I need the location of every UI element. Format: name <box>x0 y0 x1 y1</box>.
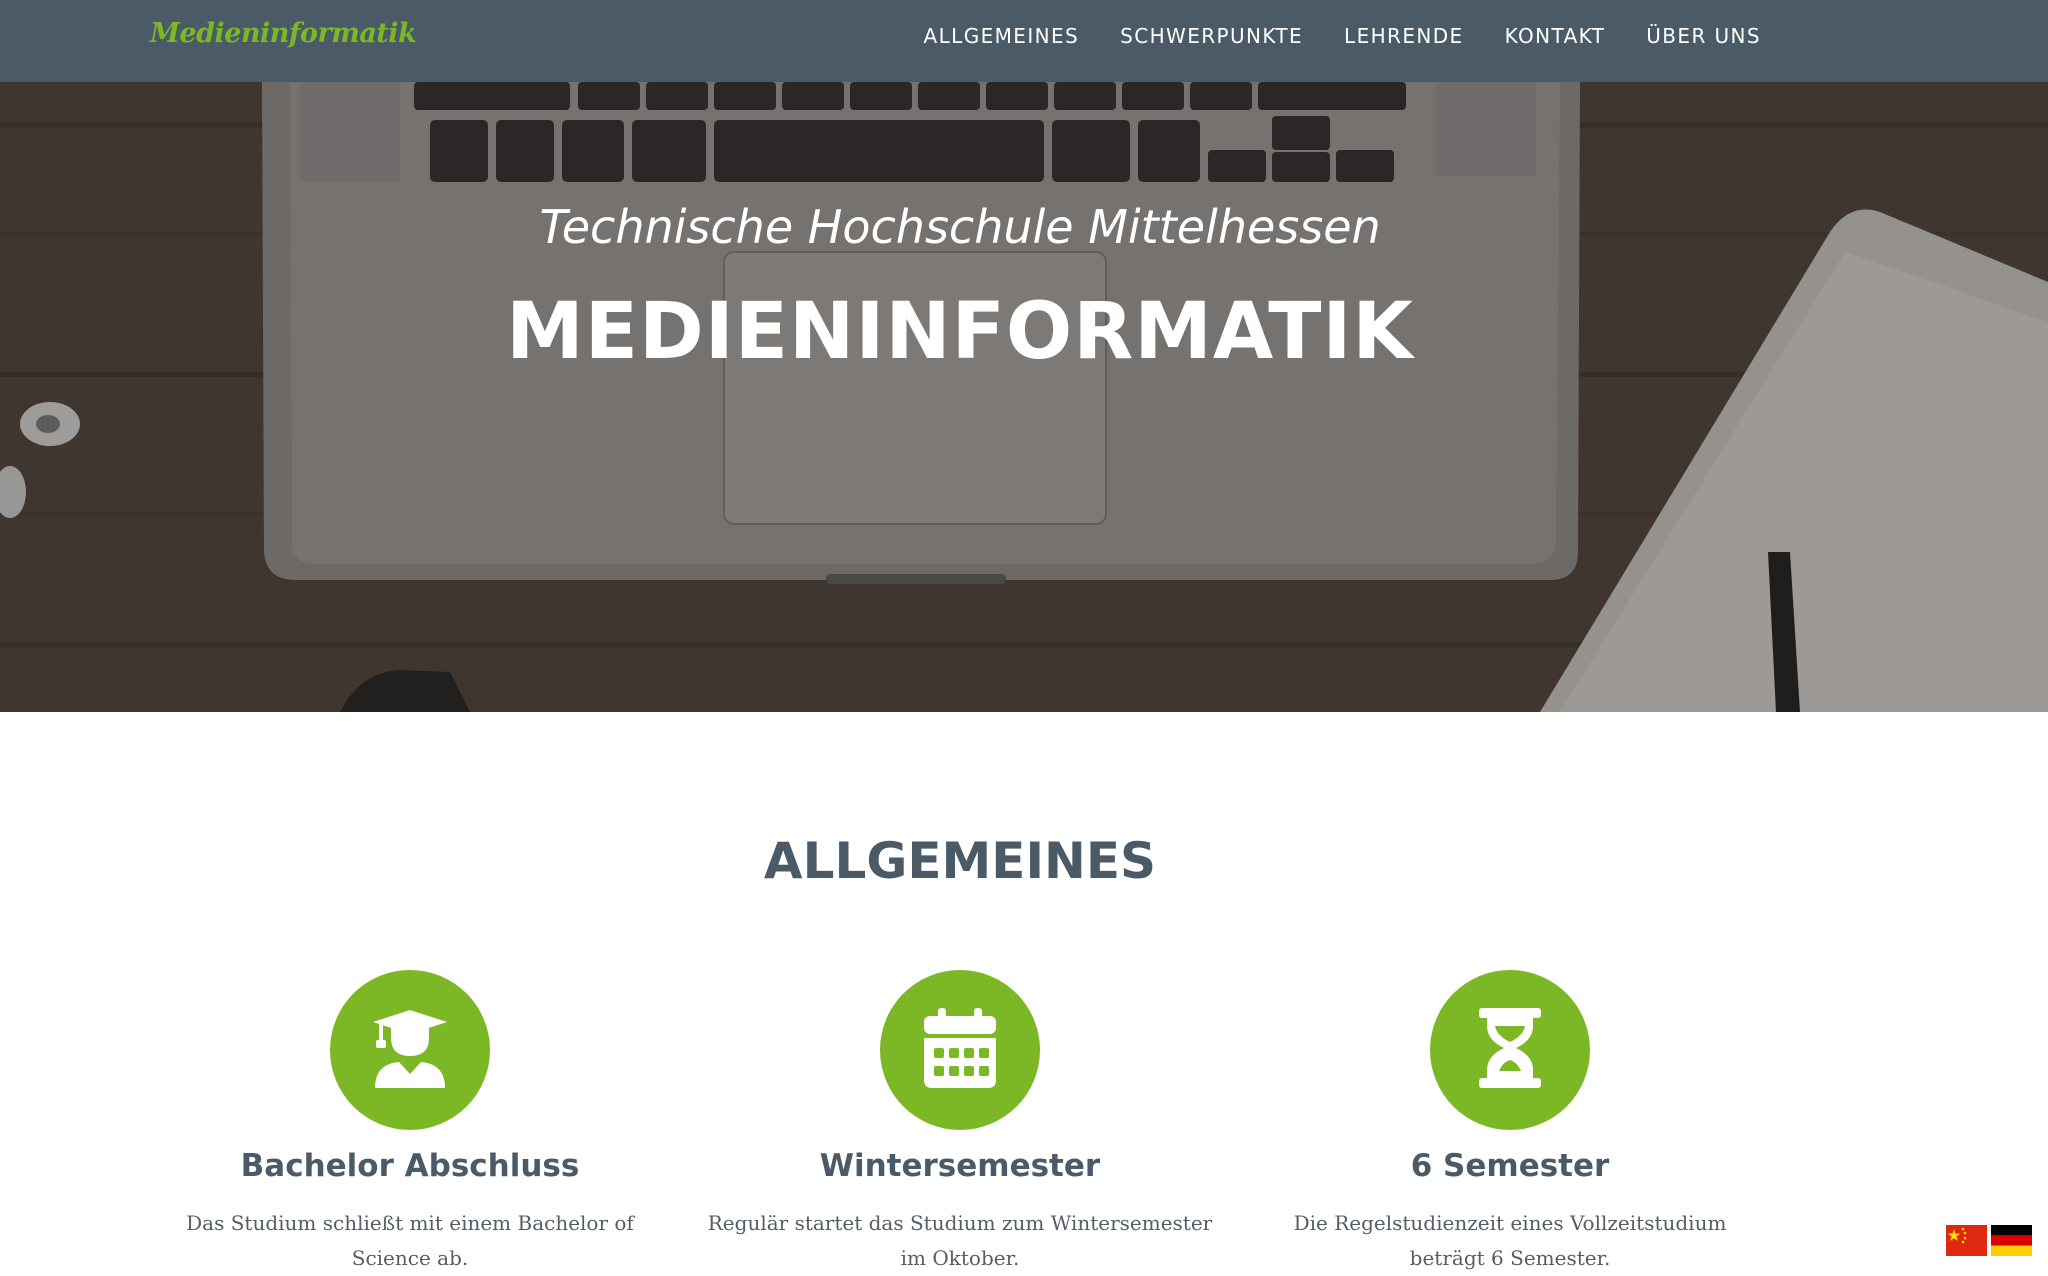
language-switcher <box>1946 1225 2032 1256</box>
section-heading-allgemeines: ALLGEMEINES <box>763 832 1157 890</box>
brand-logo[interactable]: Medieninformatik <box>150 18 417 49</box>
feature-6-semester: 6 Semester Die Regelstudienzeit eines Vo… <box>1255 970 1765 1276</box>
feature-icon-circle <box>1430 970 1590 1130</box>
hero-banner: Technische Hochschule Mittelhessen MEDIE… <box>0 82 2048 712</box>
feature-bachelor: Bachelor Abschluss Das Studium schließt … <box>155 970 665 1276</box>
feature-icon-circle <box>330 970 490 1130</box>
hourglass-icon <box>1479 1007 1541 1093</box>
nav-link-lehrende[interactable]: LEHRENDE <box>1344 24 1464 48</box>
feature-wintersemester: Wintersemester Regulär startet das Studi… <box>705 970 1215 1276</box>
hero-overlay <box>0 82 2048 712</box>
feature-icon-circle <box>880 970 1040 1130</box>
feature-title: Bachelor Abschluss <box>240 1148 580 1184</box>
nav-link-ueber-uns[interactable]: ÜBER UNS <box>1646 24 1761 48</box>
main-nav: ALLGEMEINES SCHWERPUNKTE LEHRENDE KONTAK… <box>924 0 1761 72</box>
china-flag-icon[interactable] <box>1946 1225 1987 1256</box>
nav-link-allgemeines[interactable]: ALLGEMEINES <box>924 24 1080 48</box>
nav-link-kontakt[interactable]: KONTAKT <box>1505 24 1606 48</box>
graduate-icon <box>373 1008 447 1093</box>
feature-title: Wintersemester <box>819 1148 1101 1184</box>
germany-flag-icon[interactable] <box>1991 1225 2032 1256</box>
feature-text: Regulär startet das Studium zum Winterse… <box>707 1211 1213 1270</box>
feature-text: Die Regelstudienzeit eines Vollzeitstudi… <box>1293 1211 1727 1270</box>
hero-title: MEDIENINFORMATIK <box>506 287 1414 377</box>
feature-text: Das Studium schließt mit einem Bachelor … <box>186 1211 634 1270</box>
hero-subtitle: Technische Hochschule Mittelhessen <box>539 200 1381 254</box>
nav-link-schwerpunkte[interactable]: SCHWERPUNKTE <box>1120 24 1303 48</box>
calendar-icon <box>924 1007 996 1093</box>
navbar: Medieninformatik ALLGEMEINES SCHWERPUNKT… <box>0 0 2048 82</box>
feature-title: 6 Semester <box>1410 1148 1610 1184</box>
